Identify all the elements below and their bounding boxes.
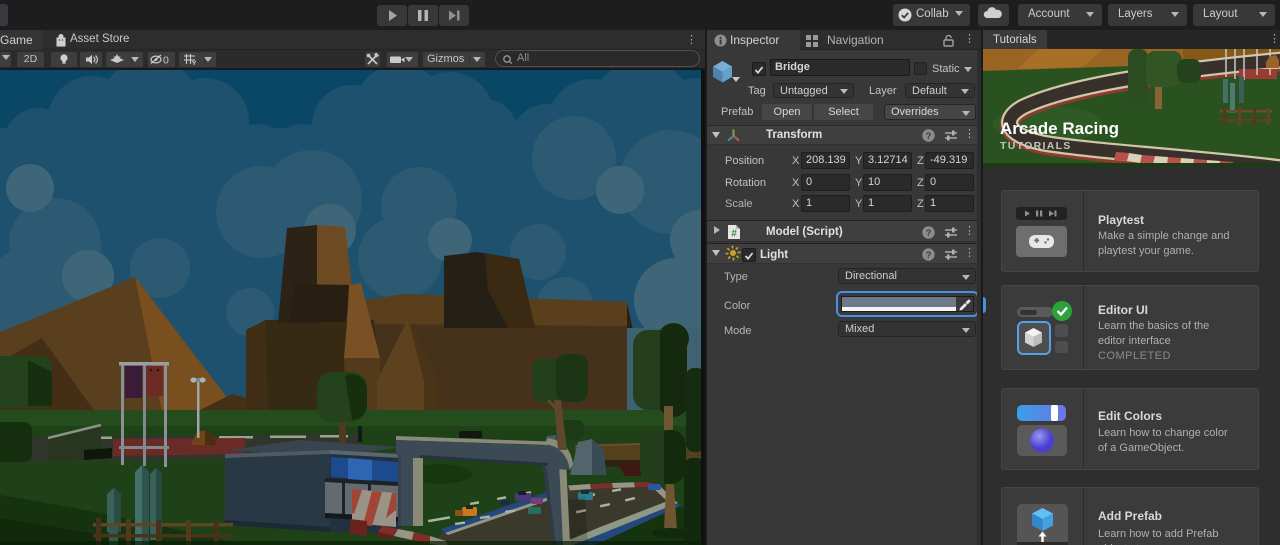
svg-text:#: # [731, 229, 737, 240]
svg-text:0: 0 [163, 55, 169, 67]
svg-text:?: ? [926, 250, 932, 261]
svg-text:?: ? [926, 131, 932, 142]
svg-text:?: ? [926, 228, 932, 239]
